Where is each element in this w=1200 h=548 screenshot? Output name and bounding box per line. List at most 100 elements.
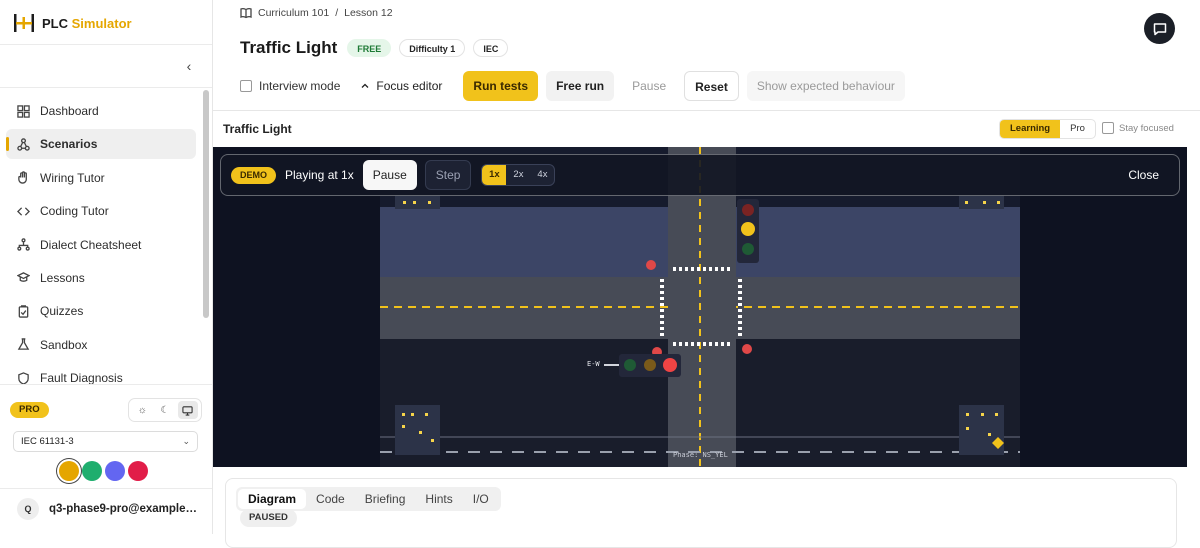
sidebar-item-label: Coding Tutor	[40, 204, 109, 219]
sidebar-item-label: Sandbox	[40, 337, 88, 352]
sidebar-item-label: Dialect Cheatsheet	[40, 237, 142, 252]
divider	[0, 87, 212, 88]
sidebar-item-quizzes[interactable]: Quizzes	[6, 296, 196, 326]
accent-swatch-green[interactable]	[82, 461, 102, 481]
sidebar-item-lessons[interactable]: Lessons	[6, 263, 196, 293]
mode-learning[interactable]: Learning	[1000, 120, 1061, 138]
demo-controls: DEMO Playing at 1x Pause Step 1x 2x 4x C…	[220, 154, 1180, 196]
focus-editor-button[interactable]: Focus editor	[360, 79, 442, 93]
toolbar: Interview mode Focus editor Run tests Fr…	[240, 71, 913, 101]
status-badge: PAUSED	[240, 509, 297, 527]
sidebar: PLC Simulator ‹ Dashboard Scenarios Wiri…	[0, 0, 213, 534]
accent-swatch-red[interactable]	[128, 461, 148, 481]
accent-swatch-yellow[interactable]	[59, 461, 79, 481]
stay-focused-checkbox[interactable]	[1102, 122, 1114, 134]
dialect-value: IEC 61131-3	[21, 436, 74, 447]
bottom-tabs: Diagram Code Briefing Hints I/O	[236, 487, 501, 511]
chat-button[interactable]	[1144, 13, 1175, 44]
pause-button[interactable]: Pause	[622, 71, 676, 101]
sidebar-nav: Dashboard Scenarios Wiring Tutor Coding …	[6, 96, 196, 397]
interview-mode-label: Interview mode	[259, 79, 341, 93]
collapse-sidebar-chevron-icon[interactable]: ‹	[182, 58, 196, 74]
tab-diagram[interactable]: Diagram	[238, 489, 307, 509]
stay-focused-toggle[interactable]: Stay focused	[1102, 122, 1174, 134]
brand-name: PLC Simulator	[42, 15, 132, 31]
interview-mode-toggle[interactable]: Interview mode	[240, 79, 340, 93]
breadcrumb: Curriculum 101 / Lesson 12	[240, 7, 393, 19]
tab-hints[interactable]: Hints	[415, 489, 462, 509]
sidebar-item-label: Lessons	[40, 270, 85, 285]
stay-focused-label: Stay focused	[1119, 122, 1174, 134]
ew-light-label: E-W	[587, 360, 600, 368]
user-email: q3-phase9-pro@example.com	[49, 503, 199, 515]
chevron-down-icon: ⌄	[182, 436, 190, 446]
phase-label: Phase: NS_YEL	[673, 451, 728, 459]
brand[interactable]: PLC Simulator	[12, 10, 132, 36]
divider	[0, 384, 212, 385]
book-icon	[240, 7, 252, 19]
free-tag: FREE	[347, 39, 392, 57]
sidebar-item-fault-diagnosis[interactable]: Fault Diagnosis	[6, 363, 196, 393]
nodes-icon	[17, 138, 30, 151]
code-icon	[17, 206, 30, 216]
breadcrumb-lesson[interactable]: Lesson 12	[344, 7, 392, 19]
chat-icon	[1153, 22, 1166, 35]
tab-code[interactable]: Code	[306, 489, 355, 509]
panel-title: Traffic Light	[223, 122, 292, 136]
clipboard-icon	[18, 305, 29, 318]
breadcrumb-curriculum[interactable]: Curriculum 101	[258, 7, 329, 19]
reset-button[interactable]: Reset	[684, 71, 739, 101]
flask-icon	[17, 338, 30, 351]
difficulty-tag: Difficulty 1	[399, 39, 466, 57]
run-tests-button[interactable]: Run tests	[463, 71, 539, 101]
theme-toggle: ☼ ☾	[128, 398, 202, 422]
free-run-button[interactable]: Free run	[546, 71, 615, 101]
speed-2x[interactable]: 2x	[506, 165, 530, 185]
mortarboard-icon	[17, 272, 30, 283]
demo-step-button[interactable]: Step	[424, 160, 472, 190]
sidebar-item-label: Scenarios	[40, 137, 98, 152]
sidebar-item-sandbox[interactable]: Sandbox	[6, 330, 196, 360]
accent-swatches	[59, 461, 148, 481]
show-expected-button[interactable]: Show expected behaviour	[746, 71, 905, 101]
avatar: Q	[17, 498, 39, 520]
page-title: Traffic Light	[240, 38, 338, 57]
accent-swatch-indigo[interactable]	[105, 461, 125, 481]
user-account[interactable]: Q q3-phase9-pro@example.com	[17, 498, 207, 520]
title-row: Traffic Light FREE Difficulty 1 IEC	[240, 38, 509, 58]
moon-icon[interactable]: ☾	[155, 401, 175, 419]
tab-briefing[interactable]: Briefing	[355, 489, 416, 509]
plan-badge: PRO	[10, 402, 49, 418]
divider	[0, 44, 212, 45]
mode-switch: Learning Pro	[999, 119, 1096, 139]
divider	[213, 110, 1200, 111]
network-icon	[17, 238, 30, 251]
tab-io[interactable]: I/O	[463, 489, 499, 509]
sidebar-scrollbar[interactable]	[203, 90, 209, 318]
demo-pause-button[interactable]: Pause	[362, 160, 417, 190]
speed-4x[interactable]: 4x	[530, 165, 554, 185]
dialect-select[interactable]: IEC 61131-3 ⌄	[13, 431, 198, 452]
dialect-tag: IEC	[473, 39, 509, 57]
sidebar-item-dashboard[interactable]: Dashboard	[6, 96, 196, 126]
sun-icon[interactable]: ☼	[132, 401, 152, 419]
logo-icon	[14, 14, 34, 32]
grid-icon	[17, 104, 30, 118]
sidebar-item-label: Wiring Tutor	[40, 170, 105, 185]
monitor-icon[interactable]	[177, 401, 198, 419]
mode-pro[interactable]: Pro	[1060, 120, 1095, 138]
playback-status: Playing at 1x	[285, 168, 354, 182]
sidebar-item-coding-tutor[interactable]: Coding Tutor	[6, 196, 196, 226]
breadcrumb-separator: /	[335, 7, 339, 19]
demo-close-button[interactable]: Close	[1128, 155, 1159, 195]
sidebar-item-scenarios[interactable]: Scenarios	[6, 129, 196, 160]
sidebar-item-label: Quizzes	[40, 304, 84, 319]
interview-mode-checkbox[interactable]	[240, 80, 252, 92]
hand-icon	[18, 171, 27, 184]
divider	[0, 488, 212, 489]
sidebar-item-dialect-cheatsheet[interactable]: Dialect Cheatsheet	[6, 230, 196, 260]
focus-editor-label: Focus editor	[376, 79, 443, 93]
speed-selector: 1x 2x 4x	[481, 164, 556, 186]
sidebar-item-wiring-tutor[interactable]: Wiring Tutor	[6, 163, 196, 193]
speed-1x[interactable]: 1x	[482, 165, 507, 185]
